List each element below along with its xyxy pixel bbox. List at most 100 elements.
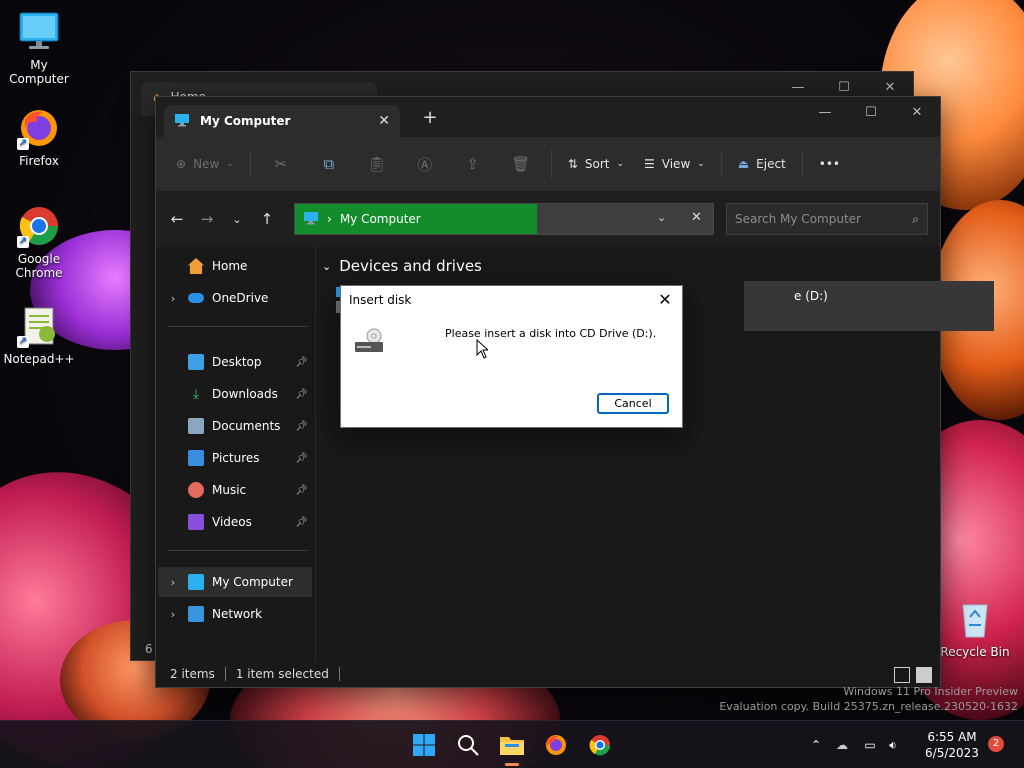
view-list-icon: ☰ [644,157,655,171]
minimize-button[interactable]: — [802,97,848,127]
group-header-devices[interactable]: ⌄ Devices and drives [322,257,482,275]
home-icon [188,258,204,274]
start-button[interactable] [408,729,440,761]
clock[interactable]: 6:55 AM 6/5/2023 [920,729,984,761]
breadcrumb-separator: › [327,212,332,226]
address-clear-icon[interactable]: ✕ [691,210,702,225]
onedrive-offline-icon[interactable]: ☁︎ [826,738,858,752]
taskbar: ⌃ ☁︎ ▭ 🔉︎ 6:55 AM 6/5/2023 [0,720,1024,768]
title-bar: My Computer ✕ + — ☐ ✕ [156,97,940,137]
nav-item-onedrive[interactable]: › OneDrive [158,283,312,313]
tab-my-computer[interactable]: My Computer ✕ [164,105,400,137]
eject-button[interactable]: ⏏ Eject [728,147,796,181]
tab-close-icon[interactable]: ✕ [378,113,390,129]
back-arrow-icon[interactable]: ← [162,204,192,234]
forward-arrow-icon[interactable]: → [192,204,222,234]
share-icon[interactable]: ⇪ [449,147,497,181]
cut-icon[interactable]: ✂ [257,147,305,181]
nav-item-network[interactable]: › Network [158,599,312,629]
show-hidden-icons-chevron-icon[interactable]: ⌃ [806,738,826,752]
desktop-icon-recycle-bin[interactable]: Recycle Bin [935,597,1015,659]
address-bar[interactable]: › My Computer ⌄ ✕ [294,203,714,235]
address-history-chevron-icon[interactable]: ⌄ [657,211,666,224]
toolbar-divider [550,150,552,178]
chevron-right-icon[interactable]: › [158,608,188,621]
caption-buttons: — ☐ ✕ [802,97,940,127]
search-input[interactable] [735,212,895,226]
toolbar-divider [249,150,251,178]
nav-item-music[interactable]: Music 📌︎ [158,475,312,505]
chevron-right-icon[interactable]: › [158,292,188,305]
picture-icon [188,450,204,466]
disc-drive-icon [354,328,384,354]
cancel-button[interactable]: Cancel [597,393,669,414]
large-icons-view-icon[interactable] [916,667,932,683]
firefox-icon [546,735,566,755]
view-button[interactable]: ☰ View ⌄ [634,147,715,181]
nav-item-documents[interactable]: Documents 📌︎ [158,411,312,441]
navigation-pane: Home › OneDrive Desktop 📌︎ ⤓ Downloads 📌… [158,247,314,663]
see-more-button[interactable]: ••• [809,147,850,181]
network-icon[interactable]: ▭ [858,738,882,752]
taskbar-search-button[interactable] [452,729,484,761]
nav-item-my-computer[interactable]: › My Computer [158,567,312,597]
desktop-icon-my-computer[interactable]: My Computer [0,10,79,86]
new-tab-button[interactable]: + [418,107,442,128]
clock-time: 6:55 AM [927,730,977,744]
details-view-icon[interactable] [894,667,910,683]
nav-item-pictures[interactable]: Pictures 📌︎ [158,443,312,473]
search-box[interactable]: ⌕ [726,203,928,235]
cloud-icon [188,293,204,303]
new-button[interactable]: ⊕ New ⌄ [166,147,244,181]
notification-badge[interactable]: 2 [988,736,1004,752]
pin-icon: 📌︎ [295,452,308,464]
nav-item-downloads[interactable]: ⤓ Downloads 📌︎ [158,379,312,409]
chevron-right-icon[interactable]: › [158,576,188,589]
clock-date: 6/5/2023 [925,746,979,760]
delete-icon[interactable]: 🗑︎ [497,147,545,181]
desktop-icon-firefox[interactable]: ↗ Firefox [0,106,79,168]
taskbar-file-explorer[interactable] [496,729,528,766]
nav-item-videos[interactable]: Videos 📌︎ [158,507,312,537]
search-icon: ⌕ [912,211,919,226]
dialog-close-button[interactable]: ✕ [656,290,674,309]
chevron-down-icon: ⌄ [616,159,625,169]
nav-divider [168,550,308,551]
shortcut-arrow-icon: ↗ [17,138,29,150]
evaluation-watermark: Windows 11 Pro Insider Preview Evaluatio… [719,685,1018,713]
nav-item-home[interactable]: Home [158,251,312,281]
taskbar-firefox[interactable] [540,729,572,761]
insert-disk-dialog[interactable]: Insert disk ✕ Please insert a disk into … [340,285,683,428]
rename-icon[interactable]: Ⓐ [401,147,449,181]
sort-icon: ⇅ [567,157,578,171]
maximize-button[interactable]: ☐ [848,97,894,127]
recent-locations-chevron-icon[interactable]: ⌄ [222,204,252,234]
up-arrow-icon[interactable]: ↑ [252,204,282,234]
chevron-down-icon: ⌄ [697,159,705,169]
pin-icon: 📌︎ [295,356,308,368]
volume-icon[interactable]: 🔉︎ [882,738,904,753]
network-icon [188,606,204,622]
paste-icon[interactable]: 📋︎ [353,147,401,181]
chevron-down-icon: ⌄ [322,259,332,273]
sort-button[interactable]: ⇅ Sort ⌄ [558,147,634,181]
desktop-icon [188,354,204,370]
dialog-title: Insert disk [349,293,412,307]
mouse-cursor-icon [476,338,490,362]
breadcrumb-my-computer[interactable]: My Computer [340,212,421,226]
desktop-icon-chrome[interactable]: ↗ Google Chrome [0,204,79,280]
system-tray: ⌃ ☁︎ ▭ 🔉︎ [806,721,904,768]
taskbar-chrome[interactable] [584,729,616,761]
pin-icon: 📌︎ [295,484,308,496]
monitor-icon [174,113,190,130]
copy-icon[interactable]: ⧉ [305,147,353,181]
tab-title: My Computer [200,114,291,128]
document-icon [188,418,204,434]
pin-icon: 📌︎ [295,516,308,528]
nav-item-desktop[interactable]: Desktop 📌︎ [158,347,312,377]
drive-tile-cd-drive[interactable]: e (D:) [744,281,994,331]
desktop-icon-notepadpp[interactable]: ↗ Notepad++ [0,304,79,366]
status-item-count: 2 items [170,667,215,681]
close-button[interactable]: ✕ [894,97,940,127]
download-icon: ⤓ [192,386,200,402]
